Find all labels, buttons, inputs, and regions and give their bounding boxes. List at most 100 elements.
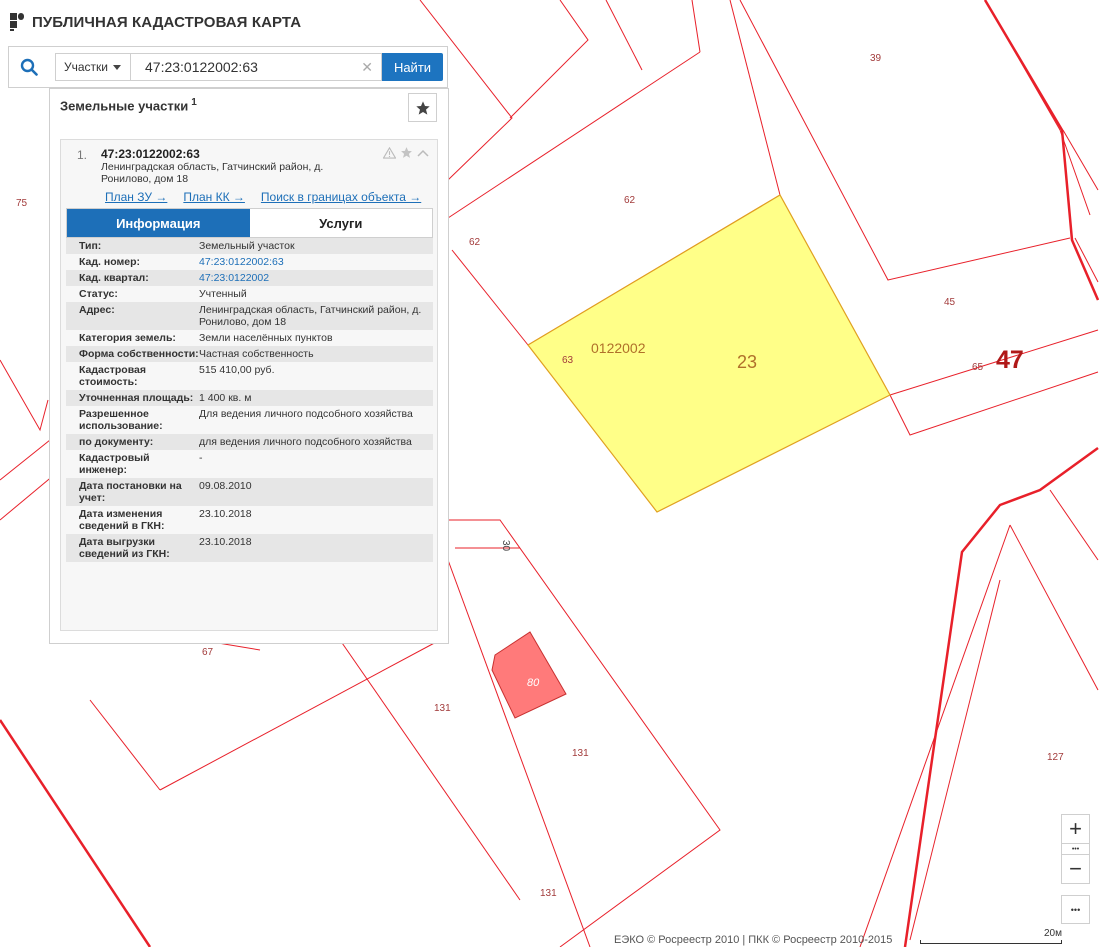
cad-number-link[interactable]: 47:23:0122002:63	[199, 256, 429, 268]
result-cad-number[interactable]: 47:23:0122002:63	[101, 147, 200, 161]
search-icon[interactable]	[15, 55, 43, 79]
card-links: План ЗУ → План КК → Поиск в границах объ…	[105, 190, 421, 204]
quarter-label: 0122002	[591, 340, 646, 356]
tab-services[interactable]: Услуги	[249, 209, 432, 237]
parcel-label-131-b: 131	[572, 748, 589, 759]
parcel-label-39: 39	[870, 53, 882, 64]
parcel-label-67: 67	[202, 647, 214, 658]
info-value: 23.10.2018	[199, 536, 252, 548]
info-value: Ленинградская область, Гатчинский район,…	[199, 304, 422, 328]
results-panel: Земельные участки 1 1. 47:23:0122002:63 Л…	[49, 88, 449, 644]
info-row: по документу: для ведения личного подсобн…	[66, 434, 433, 450]
info-key: Тип:	[79, 240, 102, 252]
info-value: Земли населённых пунктов	[199, 332, 333, 344]
parcel-label-62-left: 62	[469, 237, 481, 248]
info-key: Уточненная площадь:	[79, 392, 194, 404]
info-key: Категория земель:	[79, 332, 176, 344]
parcel-label-75: 75	[16, 198, 28, 209]
info-key: Адрес:	[79, 304, 115, 316]
info-row: Категория земель: Земли населённых пункто…	[66, 330, 433, 346]
scale-label: 20м	[1044, 928, 1062, 939]
dimension-label-30: 30	[500, 539, 512, 552]
info-key: Разрешенное использование:	[79, 408, 163, 432]
info-row: Тип: Земельный участок	[66, 238, 433, 254]
info-value: Земельный участок	[199, 240, 295, 252]
parcel-label-45: 45	[944, 297, 956, 308]
parcel-label-65: 65	[972, 362, 984, 373]
info-key: Статус:	[79, 288, 118, 300]
search-in-bounds-link[interactable]: Поиск в границах объекта →	[261, 190, 421, 204]
parcel-label-23: 23	[737, 352, 758, 372]
search-input[interactable]: 47:23:0122002:63 ✕	[130, 53, 382, 81]
favorites-button[interactable]	[408, 93, 437, 122]
building-label-80: 80	[527, 677, 540, 689]
chevron-up-icon[interactable]	[417, 148, 429, 158]
info-key: Форма собственности:	[79, 348, 199, 360]
info-key: Кад. номер:	[79, 256, 141, 268]
info-row: Дата изменения сведений в ГКН: 23.10.2018	[66, 506, 433, 534]
result-card: 1. 47:23:0122002:63 Ленинградская област…	[60, 139, 438, 631]
tab-info[interactable]: Информация	[67, 209, 250, 237]
info-row: Кадастровая стоимость: 515 410,00 руб.	[66, 362, 433, 390]
scale-bar: 20м	[918, 928, 1068, 946]
building-shape	[491, 631, 567, 719]
panel-heading: Земельные участки 1	[60, 97, 197, 113]
parcel-label-131-c: 131	[540, 888, 557, 899]
info-row: Форма собственности: Частная собственност…	[66, 346, 433, 362]
card-tabs: Информация Услуги	[66, 208, 433, 238]
info-value: для ведения личного подсобного хозяйства	[199, 436, 412, 448]
info-value: Учтенный	[199, 288, 247, 300]
parcel-label-62: 62	[624, 195, 636, 206]
chevron-down-icon	[113, 64, 121, 70]
info-row: Разрешенное использование: Для ведения ли…	[66, 406, 433, 434]
result-count: 1	[191, 97, 197, 108]
star-icon	[415, 100, 430, 115]
scale-line	[920, 940, 1062, 944]
result-address: Ленинградская область, Гатчинский район,…	[101, 161, 324, 185]
more-tools-button[interactable]: •••	[1061, 895, 1090, 924]
info-row: Кадастровый инженер: -	[66, 450, 433, 478]
info-value: 1 400 кв. м	[199, 392, 252, 404]
info-value: Для ведения личного подсобного хозяйства	[199, 408, 413, 420]
find-button[interactable]: Найти	[382, 53, 443, 81]
cad-quarter-link[interactable]: 47:23:0122002	[199, 272, 429, 284]
info-key: Дата изменения сведений в ГКН:	[79, 508, 165, 532]
info-value: -	[199, 452, 203, 464]
info-value: 23.10.2018	[199, 508, 252, 520]
info-row: Уточненная площадь: 1 400 кв. м	[66, 390, 433, 406]
info-key: Кадастровый инженер:	[79, 452, 150, 476]
info-row: Дата выгрузки сведений из ГКН: 23.10.2018	[66, 534, 433, 562]
result-index: 1.	[77, 148, 88, 162]
info-key: Дата выгрузки сведений из ГКН:	[79, 536, 170, 560]
zoom-out-button[interactable]: −	[1061, 854, 1090, 884]
info-row: Адрес: Ленинградская область, Гатчинский …	[66, 302, 433, 330]
clear-icon[interactable]: ✕	[361, 59, 373, 76]
plan-zu-link[interactable]: План ЗУ →	[105, 190, 167, 204]
parcel-label-131: 131	[434, 703, 451, 714]
search-query: 47:23:0122002:63	[145, 59, 258, 75]
brand: ПУБЛИЧНАЯ КАДАСТРОВАЯ КАРТА	[8, 10, 301, 34]
parcel-label-63: 63	[562, 355, 574, 366]
info-table: Тип: Земельный участок Кад. номер: 47:23:0…	[66, 238, 433, 562]
search-bar: Участки 47:23:0122002:63 ✕ Найти	[8, 46, 448, 88]
object-type-value: Участки	[64, 60, 108, 74]
info-row: Кад. номер: 47:23:0122002:63	[66, 254, 433, 270]
info-row: Статус: Учтенный	[66, 286, 433, 302]
info-key: Кадастровая стоимость:	[79, 364, 146, 388]
warning-icon[interactable]	[383, 146, 396, 159]
parcel-label-127: 127	[1047, 752, 1064, 763]
logo-icon	[10, 13, 24, 31]
info-value: 09.08.2010	[199, 480, 252, 492]
star-icon[interactable]	[400, 146, 413, 159]
zoom-in-button[interactable]: +	[1061, 814, 1090, 844]
card-actions	[383, 146, 429, 159]
copyright: ЕЭКО © Росреестр 2010 | ПКК © Росреестр …	[614, 934, 893, 946]
info-key: Дата постановки на учет:	[79, 480, 182, 504]
selected-parcel	[527, 194, 891, 513]
info-row: Кад. квартал: 47:23:0122002	[66, 270, 433, 286]
info-key: по документу:	[79, 436, 154, 448]
plan-kk-link[interactable]: План КК →	[183, 190, 245, 204]
object-type-select[interactable]: Участки	[55, 53, 131, 81]
info-value: Частная собственность	[199, 348, 314, 360]
info-value: 515 410,00 руб.	[199, 364, 275, 376]
